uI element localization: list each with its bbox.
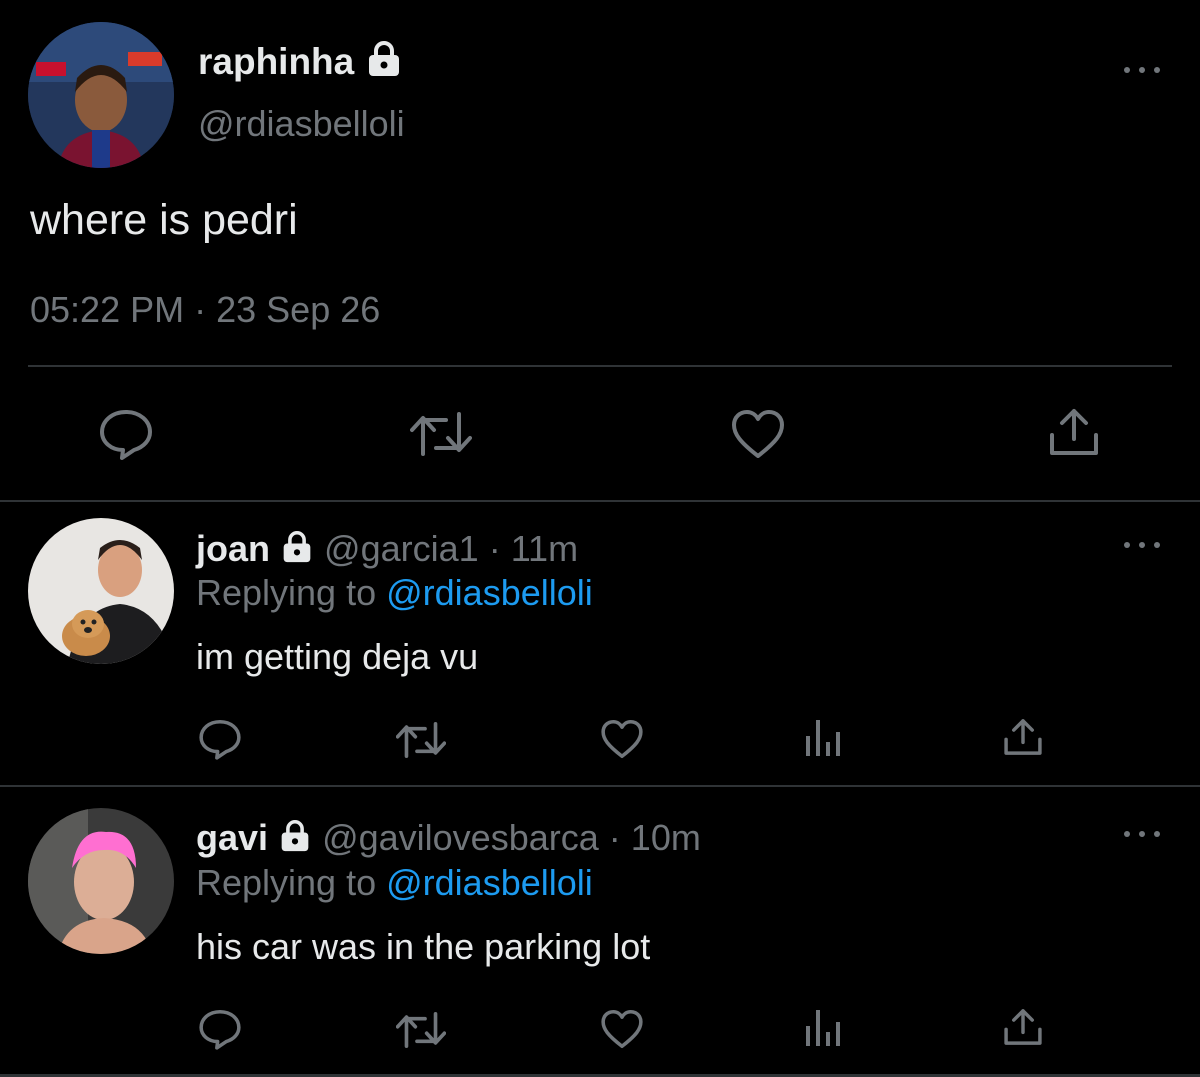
divider [0, 500, 1200, 502]
divider [28, 365, 1172, 367]
timestamp-separator: · [194, 289, 207, 330]
avatar-photo [28, 22, 174, 168]
share-icon[interactable] [1003, 1006, 1043, 1048]
author-avatar[interactable] [28, 22, 174, 168]
tweet-timestamp-row: 05:22 PM · 23 Sep 26 [30, 287, 380, 333]
analytics-icon[interactable] [804, 718, 842, 758]
tweet-time[interactable]: 05:22 PM [30, 289, 184, 330]
lock-icon [280, 528, 314, 570]
lock-icon [365, 40, 403, 84]
author-handle[interactable]: @rdiasbelloli [198, 102, 405, 146]
replying-to-link[interactable]: @rdiasbelloli [386, 862, 593, 903]
reply-avatar[interactable] [28, 808, 174, 954]
retweet-icon[interactable] [410, 410, 472, 458]
reply-display-name[interactable]: joan [196, 528, 270, 569]
time-separator: · [488, 528, 501, 569]
reply-avatar[interactable] [28, 518, 174, 664]
author-name-row: raphinha [198, 40, 403, 84]
retweet-icon[interactable] [396, 1010, 446, 1050]
more-icon[interactable] [1122, 535, 1162, 555]
reply-icon[interactable] [198, 718, 242, 760]
reply-time[interactable]: 11m [511, 528, 578, 569]
analytics-icon[interactable] [804, 1008, 842, 1048]
avatar-photo [28, 518, 174, 664]
author-display-name[interactable]: raphinha [198, 41, 354, 82]
reply-time[interactable]: 10m [631, 817, 701, 858]
divider [0, 785, 1200, 787]
replying-to-row: Replying to @rdiasbelloli [196, 862, 593, 904]
reply-header: joan @garcia1 · 11m [196, 528, 578, 570]
replying-to-link[interactable]: @rdiasbelloli [386, 572, 593, 613]
share-icon[interactable] [1003, 716, 1043, 758]
reply-text: im getting deja vu [196, 636, 479, 677]
tweet-date[interactable]: 23 Sep 26 [216, 289, 380, 330]
reply-handle[interactable]: @garcia1 [324, 528, 479, 569]
reply-icon[interactable] [98, 408, 154, 460]
reply-header: gavi @gavilovesbarca · 10m [196, 817, 701, 859]
reply-display-name[interactable]: gavi [196, 817, 268, 858]
reply-text: his car was in the parking lot [196, 926, 651, 967]
share-icon[interactable] [1048, 405, 1100, 459]
time-separator: · [608, 817, 621, 858]
like-icon[interactable] [600, 1008, 644, 1050]
like-icon[interactable] [730, 408, 786, 460]
reply-icon[interactable] [198, 1008, 242, 1050]
replying-to-row: Replying to @rdiasbelloli [196, 572, 593, 614]
replying-prefix: Replying to [196, 572, 377, 613]
more-icon[interactable] [1122, 824, 1162, 844]
tweet-text: where is pedri [30, 196, 298, 244]
lock-icon [278, 817, 312, 859]
more-icon[interactable] [1122, 60, 1162, 80]
like-icon[interactable] [600, 718, 644, 760]
reply-handle[interactable]: @gavilovesbarca [322, 817, 599, 858]
replying-prefix: Replying to [196, 862, 377, 903]
avatar-photo [28, 808, 174, 954]
retweet-icon[interactable] [396, 720, 446, 760]
